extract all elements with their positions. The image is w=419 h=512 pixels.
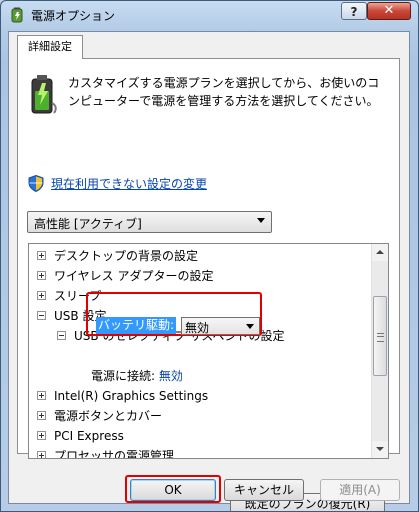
window-title: 電源オプション bbox=[31, 9, 116, 23]
tree-item-label: 電源ボタンとカバー bbox=[54, 409, 163, 423]
on-battery-value: 無効 bbox=[185, 321, 210, 335]
plugged-in-label: 電源に接続: bbox=[91, 369, 156, 383]
ok-button[interactable]: OK bbox=[130, 479, 216, 501]
uac-shield-icon bbox=[28, 175, 44, 192]
cancel-button[interactable]: キャンセル bbox=[224, 479, 304, 501]
expand-icon[interactable] bbox=[37, 291, 46, 300]
change-unavailable-settings-link[interactable]: 現在利用できない設定の変更 bbox=[51, 175, 207, 192]
help-button[interactable]: ? bbox=[341, 2, 367, 20]
tree-item-pci-express[interactable]: PCI Express bbox=[37, 427, 124, 445]
plugged-in-value[interactable]: 無効 bbox=[159, 369, 183, 383]
tree-item-power-buttons-lid[interactable]: 電源ボタンとカバー bbox=[37, 407, 162, 425]
tree-item-label: プロセッサの電源管理 bbox=[54, 449, 175, 459]
tree-item-label: ワイヤレス アダプターの設定 bbox=[54, 269, 214, 283]
on-battery-select[interactable]: 無効 bbox=[181, 317, 260, 335]
tree-item-label: デスクトップの背景の設定 bbox=[54, 249, 199, 263]
on-battery-label: バッテリ駆動: bbox=[96, 317, 177, 334]
dialog-body: 詳細設定 カスタマイズする電源プランを選択してから、お使いのコンピューターで電源… bbox=[8, 31, 410, 511]
description-text: カスタマイズする電源プランを選択してから、お使いのコンピューターで電源を管理する… bbox=[68, 76, 380, 108]
power-options-window: 電源オプション ? ✕ 詳細設定 カスタマイズする電源プランを選択してから、お使… bbox=[0, 0, 419, 512]
collapse-icon[interactable] bbox=[57, 331, 66, 340]
tree-item-label: Intel(R) Graphics Settings bbox=[54, 389, 209, 403]
expand-icon[interactable] bbox=[37, 431, 46, 440]
grip-icon bbox=[377, 333, 384, 342]
battery-power-icon bbox=[31, 75, 57, 114]
power-plan-select[interactable]: 高性能 [アクティブ] bbox=[27, 211, 272, 233]
tree-item-label: PCI Express bbox=[54, 429, 124, 443]
chevron-down-icon bbox=[257, 218, 265, 223]
expand-icon[interactable] bbox=[37, 411, 46, 420]
advanced-settings-panel: カスタマイズする電源プランを選択してから、お使いのコンピューターで電源を管理する… bbox=[17, 58, 400, 511]
scroll-thumb[interactable] bbox=[373, 296, 387, 376]
tree-item-desktop-background[interactable]: デスクトップの背景の設定 bbox=[37, 247, 198, 265]
scroll-down-button[interactable] bbox=[372, 441, 388, 458]
expand-icon[interactable] bbox=[37, 251, 46, 260]
expand-icon[interactable] bbox=[37, 451, 46, 458]
title-bar[interactable]: 電源オプション ? ✕ bbox=[1, 1, 418, 29]
expand-icon[interactable] bbox=[37, 271, 46, 280]
plugged-in-setting[interactable]: 電源に接続: 無効 bbox=[91, 367, 183, 385]
expand-icon[interactable] bbox=[37, 391, 46, 400]
settings-tree[interactable]: デスクトップの背景の設定 ワイヤレス アダプターの設定 スリープ USB 設定 … bbox=[28, 243, 389, 459]
apply-button[interactable]: 適用(A) bbox=[320, 479, 400, 501]
tree-item-intel-graphics[interactable]: Intel(R) Graphics Settings bbox=[37, 387, 208, 405]
tree-item-processor-power[interactable]: プロセッサの電源管理 bbox=[37, 447, 175, 459]
power-plan-value: 高性能 [アクティブ] bbox=[34, 217, 142, 231]
close-button[interactable]: ✕ bbox=[367, 2, 411, 20]
chevron-down-icon bbox=[246, 324, 254, 329]
vertical-scrollbar[interactable] bbox=[371, 244, 388, 458]
tab-advanced-settings[interactable]: 詳細設定 bbox=[17, 35, 83, 59]
tree-item-wireless-adapter[interactable]: ワイヤレス アダプターの設定 bbox=[37, 267, 213, 285]
power-options-icon bbox=[11, 7, 23, 23]
collapse-icon[interactable] bbox=[37, 311, 46, 320]
scroll-up-button[interactable] bbox=[372, 244, 388, 261]
